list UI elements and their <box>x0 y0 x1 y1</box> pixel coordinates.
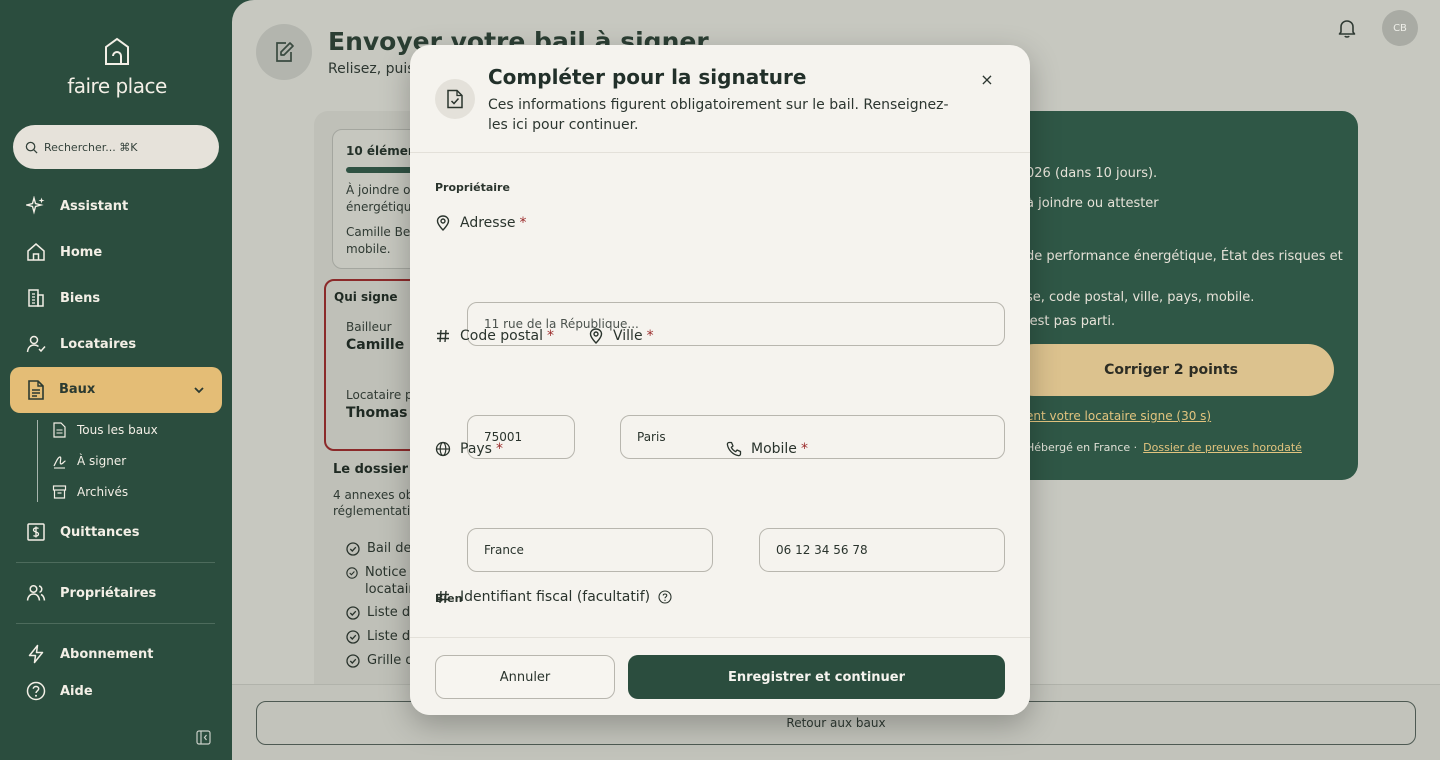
brand-logo[interactable]: faire place <box>62 36 172 98</box>
close-icon[interactable]: × <box>980 72 994 88</box>
modal-header: Compléter pour la signature Ces informat… <box>410 45 1030 153</box>
sidebar-collapse-icon[interactable] <box>196 730 211 745</box>
sidebar: faire place Rechercher... ⌘K Assistant H… <box>0 0 232 760</box>
dollar-document-icon <box>27 523 45 541</box>
submenu-line <box>37 420 38 502</box>
list-item: Notice c <box>346 565 418 580</box>
document-check-icon <box>447 89 463 109</box>
sidebar-divider <box>16 623 215 624</box>
save-and-continue-button[interactable]: Enregistrer et continuer <box>628 655 1005 699</box>
sidebar-item-baux[interactable]: Baux <box>10 367 222 413</box>
brand-name: faire place <box>67 74 167 98</box>
address-label: Adresse * <box>435 215 526 231</box>
panel-footer: Hébergé en France · Dossier de preuves ho… <box>1026 441 1302 454</box>
sidebar-item-abonnement[interactable]: Abonnement <box>26 642 153 666</box>
archive-icon <box>52 485 67 499</box>
list-item: Bail de <box>346 541 412 556</box>
country-label: Pays * <box>435 441 503 457</box>
sidebar-item-biens[interactable]: Biens <box>26 286 100 310</box>
search-input[interactable]: Rechercher... ⌘K <box>13 125 219 169</box>
signers-box[interactable]: Qui signe Bailleur Camille Be Locataire … <box>324 279 424 451</box>
file-icon <box>53 422 66 438</box>
edit-document-icon <box>276 42 294 62</box>
cancel-button[interactable]: Annuler <box>435 655 615 699</box>
sidebar-item-home[interactable]: Home <box>26 240 102 264</box>
tax-id-label: Identifiant fiscal (facultatif) <box>435 589 681 605</box>
check-circle-icon <box>346 629 360 644</box>
search-icon <box>25 141 38 154</box>
mobile-label: Mobile * <box>726 441 808 457</box>
map-pin-icon <box>436 215 450 231</box>
check-circle-icon <box>346 605 360 620</box>
page-icon <box>256 24 312 80</box>
check-circle-icon <box>346 653 360 668</box>
sidebar-item-quittances[interactable]: Quittances <box>26 520 139 544</box>
signature-modal: Compléter pour la signature Ces informat… <box>410 45 1030 715</box>
sidebar-item-assistant[interactable]: Assistant <box>26 194 128 218</box>
sidebar-divider <box>16 562 215 563</box>
help-circle-icon[interactable] <box>658 590 672 604</box>
phone-icon <box>726 441 742 457</box>
document-icon <box>28 380 44 400</box>
user-check-icon <box>26 335 46 353</box>
list-item: Liste de <box>346 605 418 620</box>
search-placeholder: Rechercher... ⌘K <box>44 140 138 154</box>
demo-link[interactable]: ent votre locataire signe (30 s) <box>1026 409 1211 423</box>
page-subtitle: Relisez, puis <box>328 61 415 77</box>
modal-icon <box>435 79 475 119</box>
modal-footer: Annuler Enregistrer et continuer <box>410 637 1030 715</box>
signature-icon <box>53 456 66 469</box>
home-icon <box>27 243 45 261</box>
summary-panel: 10 élémen À joindre ou énergétique Camill… <box>314 111 424 711</box>
city-input[interactable]: Paris <box>620 415 1005 459</box>
country-input[interactable]: France <box>467 528 713 572</box>
help-circle-icon <box>26 681 46 701</box>
sidebar-subitem-a-signer[interactable]: À signer <box>52 452 126 470</box>
fix-points-button[interactable]: Corriger 2 points <box>1008 344 1334 396</box>
check-circle-icon <box>346 566 358 579</box>
modal-body[interactable]: Propriétaire Adresse * 11 rue de la Répub… <box>410 153 1030 637</box>
postal-code-label: Code postal * <box>435 328 554 344</box>
list-item: Liste de <box>346 629 418 644</box>
sidebar-subitem-archives[interactable]: Archivés <box>52 483 128 501</box>
building-icon <box>28 289 44 307</box>
sidebar-item-proprietaires[interactable]: Propriétaires <box>26 581 156 605</box>
check-circle-icon <box>346 541 360 556</box>
avatar[interactable]: CB <box>1382 10 1418 46</box>
users-icon <box>26 584 46 601</box>
sidebar-subitem-tous-les-baux[interactable]: Tous les baux <box>52 421 158 439</box>
hash-icon <box>437 590 449 604</box>
evidence-link[interactable]: Dossier de preuves horodaté <box>1143 441 1302 454</box>
sidebar-item-locataires[interactable]: Locataires <box>26 332 136 356</box>
mobile-input[interactable]: 06 12 34 56 78 <box>759 528 1005 572</box>
list-item: Grille d <box>346 653 414 668</box>
sparkle-icon <box>26 196 45 215</box>
chevron-down-icon[interactable] <box>192 383 206 397</box>
list-item-continued: locatair <box>365 582 414 597</box>
bell-icon[interactable] <box>1336 17 1358 39</box>
hash-icon <box>437 329 449 343</box>
progress-bar <box>346 167 416 173</box>
sidebar-item-aide[interactable]: Aide <box>26 679 93 703</box>
house-logo-icon <box>105 37 129 65</box>
modal-title: Compléter pour la signature <box>488 65 807 89</box>
city-label: Ville * <box>588 328 654 344</box>
globe-icon <box>435 441 451 457</box>
modal-description: Ces informations figurent obligatoiremen… <box>488 97 949 133</box>
map-pin-icon <box>589 328 603 344</box>
lightning-icon <box>28 644 44 664</box>
section-owner: Propriétaire <box>435 181 510 194</box>
